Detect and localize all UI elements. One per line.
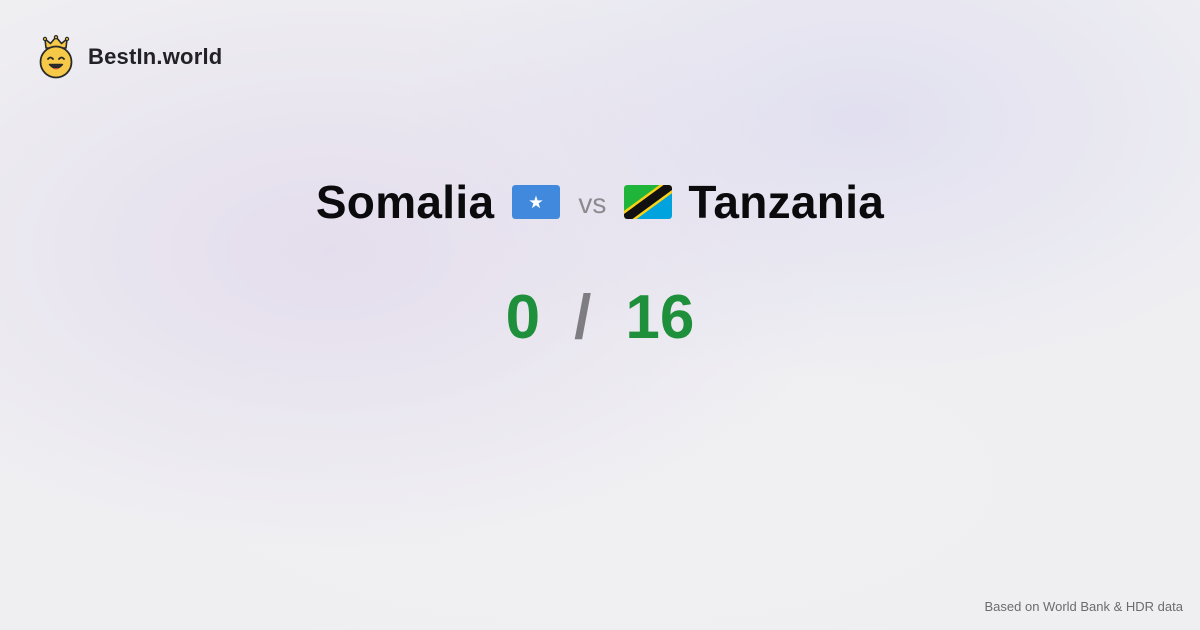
brand-name[interactable]: BestIn.world: [88, 44, 222, 70]
comparison-title: Somalia vs Tanzania: [0, 175, 1200, 229]
country-b-name: Tanzania: [688, 176, 885, 228]
country-a-name: Somalia: [315, 176, 495, 228]
smiling-king-crown-icon: [39, 35, 73, 79]
site-header[interactable]: BestIn.world: [38, 35, 222, 79]
country-a-score: 0: [505, 283, 541, 352]
vs-label: vs: [578, 188, 607, 219]
data-source-note: Based on World Bank & HDR data: [984, 599, 1183, 614]
country-b-score: 16: [625, 283, 695, 352]
somalia-flag-icon: [512, 185, 561, 219]
tanzania-flag-icon: [624, 185, 673, 219]
score-separator: /: [574, 283, 592, 352]
score-display: 0 / 16: [0, 282, 1200, 353]
